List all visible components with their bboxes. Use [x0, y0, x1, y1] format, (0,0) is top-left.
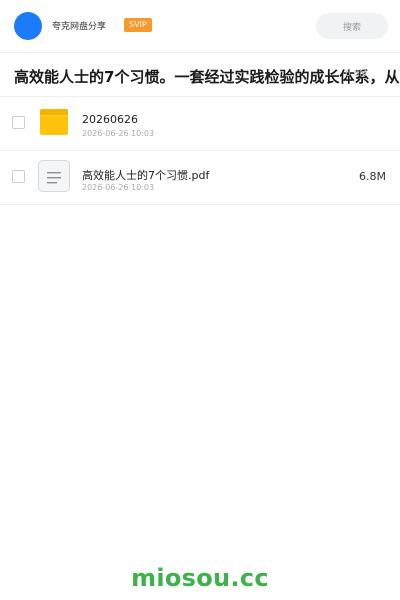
row-divider: [0, 204, 400, 205]
brand-name: 夸克网盘分享: [52, 22, 107, 32]
file-name[interactable]: 高效能人士的7个习惯.pdf: [82, 167, 209, 183]
select-checkbox[interactable]: [12, 116, 25, 129]
list-item[interactable]: 高效能人士的7个习惯.pdf 2026-06-26 10:03 6.8M: [0, 150, 400, 204]
search-button[interactable]: 搜索: [316, 13, 388, 39]
file-date: 2026-06-26 10:03: [82, 129, 155, 138]
file-name[interactable]: 20260626: [82, 113, 138, 126]
site-logo[interactable]: miosou.cc: [0, 564, 400, 592]
file-date: 2026-06-26 10:03: [82, 183, 155, 192]
document-icon: [38, 160, 70, 192]
folder-icon: [40, 109, 68, 135]
avatar[interactable]: [14, 12, 42, 40]
list-item[interactable]: 20260626 2026-06-26 10:03: [0, 96, 400, 150]
footer: miosou.cc: [0, 548, 400, 600]
select-checkbox[interactable]: [12, 170, 25, 183]
share-title: 高效能人士的7个习惯。一套经过实践检验的成长体系，从内: [14, 68, 400, 86]
share-page: 夸克网盘分享 SVIP 搜索 高效能人士的7个习惯。一套经过实践检验的成长体系，…: [0, 0, 400, 600]
file-size: 6.8M: [359, 170, 386, 183]
header: 夸克网盘分享 SVIP 搜索: [0, 0, 400, 52]
share-title-row: 高效能人士的7个习惯。一套经过实践检验的成长体系，从内 6.8M: [0, 52, 400, 96]
svip-badge: SVIP: [124, 18, 152, 32]
share-total-size: 6.8M: [345, 69, 368, 79]
